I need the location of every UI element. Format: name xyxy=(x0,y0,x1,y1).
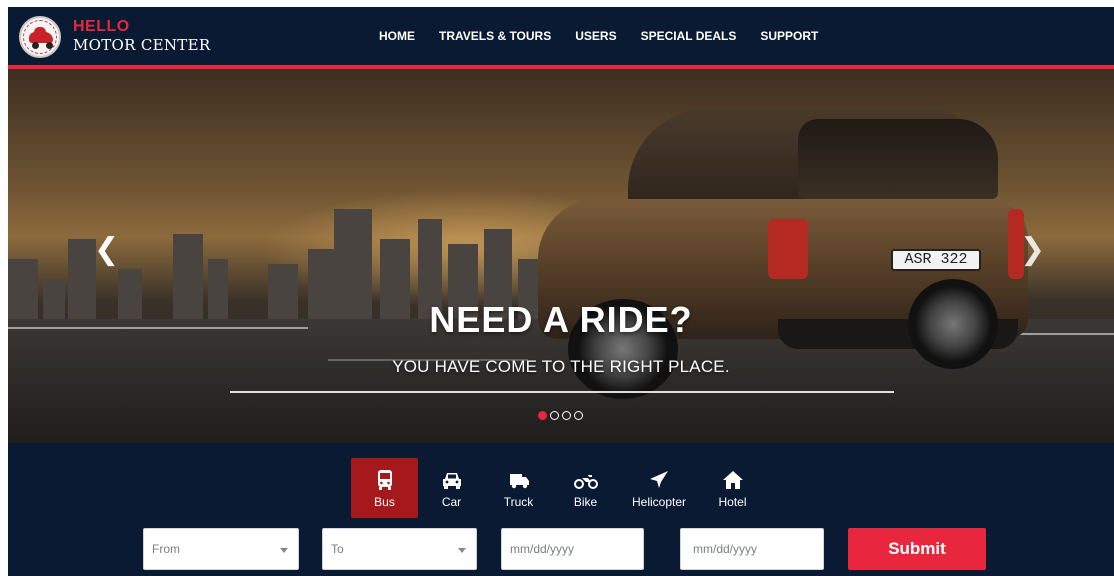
tab-helicopter-label: Helicopter xyxy=(631,494,687,509)
submit-button[interactable]: Submit xyxy=(848,528,986,570)
home-icon xyxy=(721,468,745,492)
carousel-prev-icon[interactable]: ❮ xyxy=(94,235,119,265)
carousel-dot-2[interactable] xyxy=(550,411,559,420)
carousel-dot-3[interactable] xyxy=(562,411,571,420)
carousel-next-icon[interactable]: ❯ xyxy=(1020,235,1045,265)
main-nav: HOME TRAVELS & TOURS USERS SPECIAL DEALS… xyxy=(379,29,842,43)
tab-bike[interactable]: Bike xyxy=(552,458,619,518)
license-plate: ASR 322 xyxy=(891,249,981,271)
top-navbar: HELLO MOTOR CENTER HOME TRAVELS & TOURS … xyxy=(8,7,1114,65)
logo-icon[interactable] xyxy=(19,16,61,58)
nav-users[interactable]: USERS xyxy=(575,29,616,43)
tab-helicopter[interactable]: Helicopter xyxy=(619,458,699,518)
carousel-dot-1[interactable] xyxy=(538,411,547,420)
nav-home[interactable]: HOME xyxy=(379,29,415,43)
tab-truck-label: Truck xyxy=(503,494,534,509)
hero-divider xyxy=(230,391,894,393)
car-icon xyxy=(440,468,464,492)
tab-car[interactable]: Car xyxy=(418,458,485,518)
truck-icon xyxy=(507,468,531,492)
hero-carousel: ASR 322 ❮ ❯ NEED A RIDE? YOU HAVE COME T… xyxy=(8,69,1114,443)
brand-title[interactable]: HELLO xyxy=(73,18,130,36)
booking-search-panel: Bus Car Truck Bike Helicopter Hotel From… xyxy=(8,443,1114,576)
plane-icon xyxy=(647,468,671,492)
to-select[interactable]: To xyxy=(322,528,477,570)
tab-truck[interactable]: Truck xyxy=(485,458,552,518)
tab-bus[interactable]: Bus xyxy=(351,458,418,518)
nav-travels-tours[interactable]: TRAVELS & TOURS xyxy=(439,29,551,43)
tab-car-label: Car xyxy=(441,494,462,509)
nav-support[interactable]: SUPPORT xyxy=(760,29,818,43)
from-select[interactable]: From xyxy=(143,528,299,570)
tab-bike-label: Bike xyxy=(573,494,598,509)
nav-special-deals[interactable]: SPECIAL DEALS xyxy=(641,29,737,43)
bus-icon xyxy=(373,468,397,492)
return-date-input[interactable]: mm/dd/yyyy xyxy=(680,528,824,570)
brand-subtitle[interactable]: MOTOR CENTER xyxy=(73,36,210,54)
motorcycle-icon xyxy=(573,468,598,492)
hero-subtitle: YOU HAVE COME TO THE RIGHT PLACE. xyxy=(392,357,730,376)
page-frame: HELLO MOTOR CENTER HOME TRAVELS & TOURS … xyxy=(8,7,1114,576)
carousel-indicators xyxy=(538,411,583,420)
departure-date-input[interactable]: mm/dd/yyyy xyxy=(501,528,644,570)
vehicle-tabs: Bus Car Truck Bike Helicopter Hotel xyxy=(351,458,766,518)
hero-title: NEED A RIDE? xyxy=(429,299,693,340)
tab-hotel[interactable]: Hotel xyxy=(699,458,766,518)
carousel-dot-4[interactable] xyxy=(574,411,583,420)
tab-hotel-label: Hotel xyxy=(718,494,747,509)
tab-bus-label: Bus xyxy=(374,494,395,509)
